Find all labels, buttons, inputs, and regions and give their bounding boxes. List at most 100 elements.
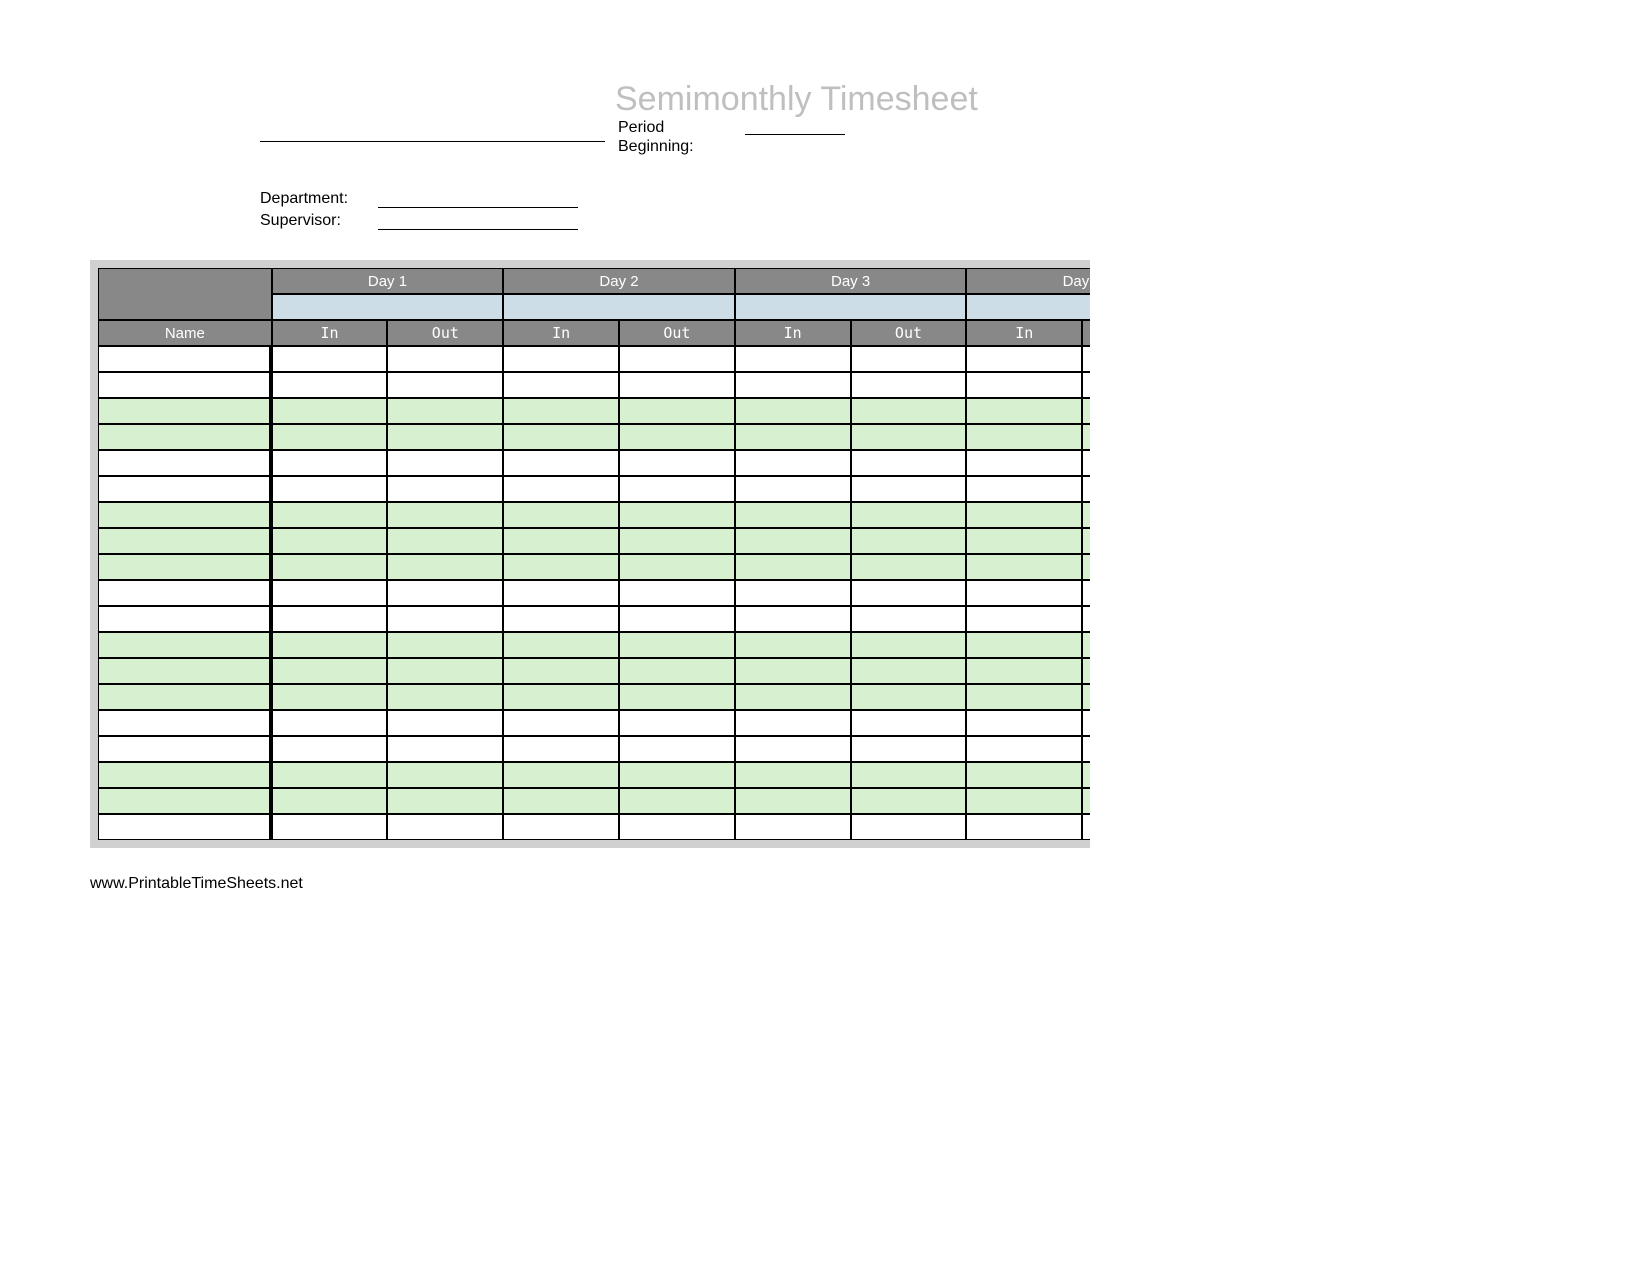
cell-out[interactable]	[851, 736, 967, 762]
cell-in[interactable]	[503, 398, 619, 424]
cell-in[interactable]	[503, 346, 619, 372]
cell-out[interactable]	[851, 424, 967, 450]
cell-in[interactable]	[735, 554, 851, 580]
cell-out[interactable]	[851, 346, 967, 372]
cell-out[interactable]	[1082, 814, 1090, 840]
cell-out[interactable]	[1082, 450, 1090, 476]
cell-out[interactable]	[387, 736, 503, 762]
cell-in[interactable]	[735, 502, 851, 528]
cell-in[interactable]	[966, 372, 1082, 398]
cell-out[interactable]	[387, 372, 503, 398]
cell-name[interactable]	[98, 372, 272, 398]
cell-out[interactable]	[851, 502, 967, 528]
cell-in[interactable]	[735, 476, 851, 502]
cell-in[interactable]	[966, 658, 1082, 684]
cell-in[interactable]	[966, 346, 1082, 372]
cell-in[interactable]	[735, 684, 851, 710]
cell-in[interactable]	[966, 606, 1082, 632]
cell-out[interactable]	[619, 554, 735, 580]
cell-in[interactable]	[735, 736, 851, 762]
cell-out[interactable]	[387, 554, 503, 580]
cell-name[interactable]	[98, 658, 272, 684]
cell-in[interactable]	[966, 736, 1082, 762]
cell-in[interactable]	[503, 736, 619, 762]
cell-in[interactable]	[735, 658, 851, 684]
cell-in[interactable]	[272, 788, 388, 814]
cell-out[interactable]	[387, 632, 503, 658]
cell-in[interactable]	[966, 398, 1082, 424]
cell-in[interactable]	[966, 476, 1082, 502]
cell-out[interactable]	[619, 580, 735, 606]
cell-name[interactable]	[98, 606, 272, 632]
cell-out[interactable]	[1082, 684, 1090, 710]
cell-in[interactable]	[503, 372, 619, 398]
cell-in[interactable]	[735, 372, 851, 398]
cell-out[interactable]	[851, 528, 967, 554]
cell-out[interactable]	[619, 632, 735, 658]
cell-in[interactable]	[966, 554, 1082, 580]
supervisor-underline[interactable]	[378, 212, 578, 230]
cell-name[interactable]	[98, 736, 272, 762]
cell-out[interactable]	[851, 450, 967, 476]
cell-out[interactable]	[1082, 606, 1090, 632]
cell-name[interactable]	[98, 502, 272, 528]
cell-name[interactable]	[98, 528, 272, 554]
cell-in[interactable]	[272, 814, 388, 840]
cell-in[interactable]	[503, 554, 619, 580]
cell-in[interactable]	[272, 658, 388, 684]
cell-out[interactable]	[851, 372, 967, 398]
cell-in[interactable]	[503, 658, 619, 684]
cell-name[interactable]	[98, 398, 272, 424]
cell-out[interactable]	[1082, 736, 1090, 762]
cell-in[interactable]	[272, 424, 388, 450]
cell-out[interactable]	[619, 814, 735, 840]
cell-out[interactable]	[1082, 762, 1090, 788]
cell-out[interactable]	[387, 658, 503, 684]
cell-in[interactable]	[735, 528, 851, 554]
cell-name[interactable]	[98, 580, 272, 606]
cell-out[interactable]	[1082, 346, 1090, 372]
cell-out[interactable]	[387, 710, 503, 736]
cell-in[interactable]	[735, 788, 851, 814]
cell-in[interactable]	[735, 580, 851, 606]
cell-out[interactable]	[387, 528, 503, 554]
cell-out[interactable]	[851, 476, 967, 502]
cell-out[interactable]	[387, 424, 503, 450]
cell-out[interactable]	[619, 528, 735, 554]
cell-name[interactable]	[98, 476, 272, 502]
department-underline[interactable]	[378, 190, 578, 208]
cell-out[interactable]	[619, 372, 735, 398]
cell-name[interactable]	[98, 684, 272, 710]
cell-out[interactable]	[851, 710, 967, 736]
cell-in[interactable]	[272, 450, 388, 476]
cell-in[interactable]	[735, 710, 851, 736]
cell-out[interactable]	[619, 424, 735, 450]
cell-out[interactable]	[387, 684, 503, 710]
cell-in[interactable]	[503, 502, 619, 528]
cell-in[interactable]	[272, 684, 388, 710]
cell-out[interactable]	[619, 606, 735, 632]
cell-out[interactable]	[619, 398, 735, 424]
cell-out[interactable]	[1082, 788, 1090, 814]
cell-out[interactable]	[851, 554, 967, 580]
cell-out[interactable]	[851, 684, 967, 710]
cell-in[interactable]	[503, 684, 619, 710]
cell-in[interactable]	[966, 684, 1082, 710]
cell-out[interactable]	[1082, 476, 1090, 502]
cell-out[interactable]	[387, 476, 503, 502]
cell-in[interactable]	[272, 476, 388, 502]
cell-out[interactable]	[619, 762, 735, 788]
cell-out[interactable]	[619, 502, 735, 528]
cell-name[interactable]	[98, 450, 272, 476]
cell-in[interactable]	[272, 736, 388, 762]
cell-out[interactable]	[1082, 528, 1090, 554]
cell-out[interactable]	[1082, 554, 1090, 580]
cell-name[interactable]	[98, 788, 272, 814]
cell-in[interactable]	[966, 710, 1082, 736]
cell-out[interactable]	[851, 814, 967, 840]
cell-out[interactable]	[851, 632, 967, 658]
cell-in[interactable]	[503, 710, 619, 736]
cell-in[interactable]	[503, 450, 619, 476]
cell-out[interactable]	[387, 814, 503, 840]
cell-out[interactable]	[1082, 502, 1090, 528]
